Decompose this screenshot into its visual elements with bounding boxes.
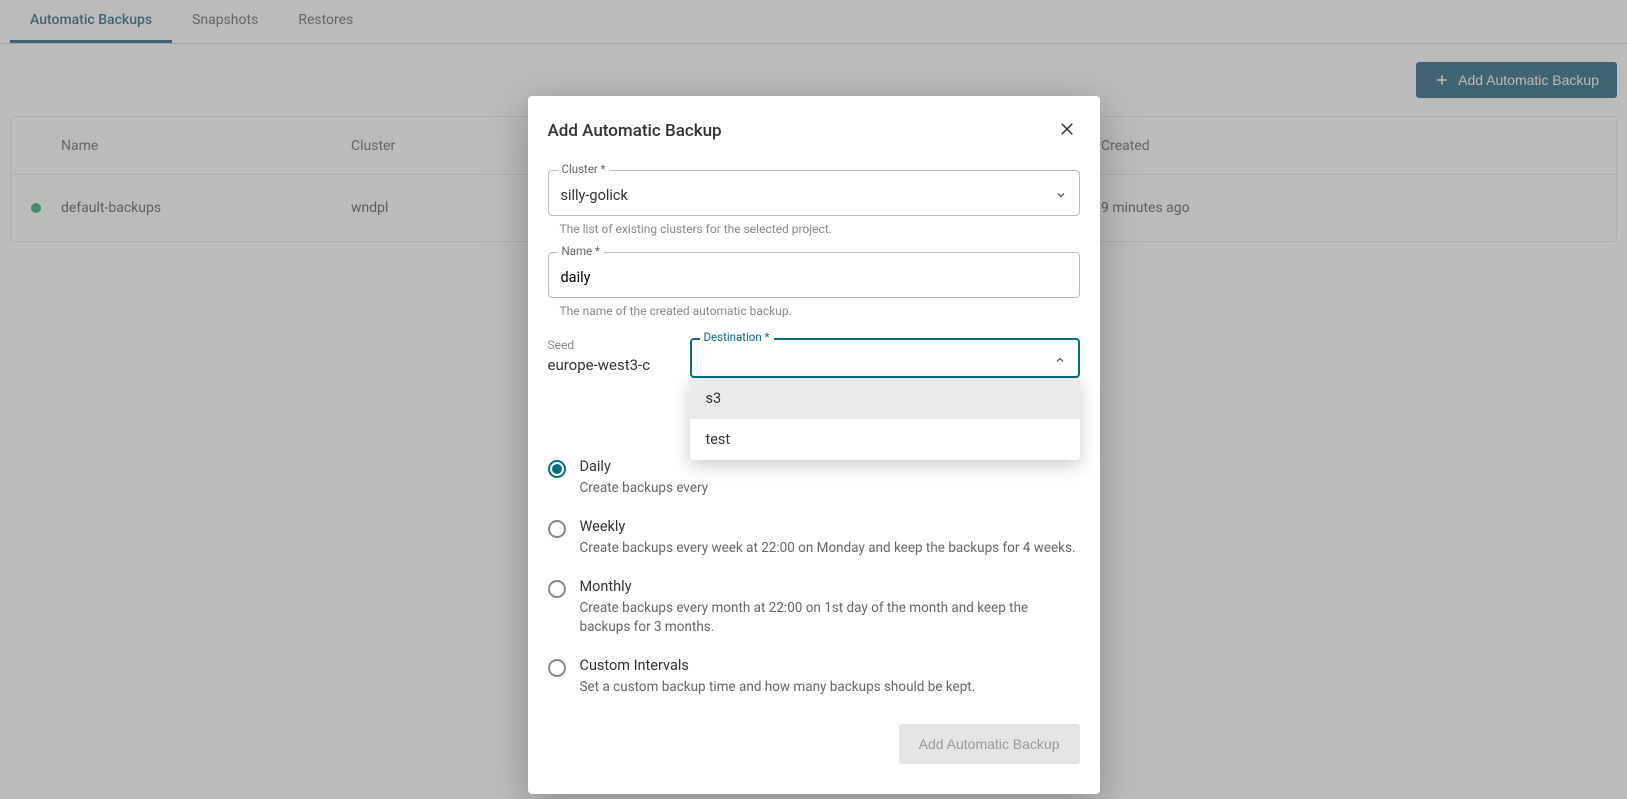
radio-desc: Create backups every [580, 479, 709, 498]
add-backup-modal: Add Automatic Backup Cluster * silly-gol… [528, 96, 1100, 794]
radio-desc: Set a custom backup time and how many ba… [580, 678, 976, 697]
name-input[interactable] [561, 269, 1067, 286]
radio-title: Weekly [580, 518, 1076, 535]
cluster-select[interactable]: silly-golick [548, 170, 1080, 216]
destination-option-s3[interactable]: s3 [690, 378, 1080, 419]
radio-desc: Create backups every month at 22:00 on 1… [580, 599, 1080, 637]
cluster-label: Cluster * [558, 162, 610, 176]
destination-field: Destination * s3 test [690, 338, 1080, 378]
destination-label: Destination * [700, 330, 774, 344]
destination-select[interactable] [690, 338, 1080, 378]
radio-button-icon [548, 460, 566, 478]
destination-dropdown: s3 test [690, 378, 1080, 460]
radio-button-icon [548, 580, 566, 598]
radio-weekly[interactable]: Weekly Create backups every week at 22:0… [548, 508, 1080, 568]
radio-title: Custom Intervals [580, 657, 976, 674]
radio-monthly[interactable]: Monthly Create backups every month at 22… [548, 568, 1080, 647]
cluster-help: The list of existing clusters for the se… [548, 216, 1080, 236]
schedule-radio-group: Daily Create backups every Weekly Create… [548, 448, 1080, 706]
radio-custom[interactable]: Custom Intervals Set a custom backup tim… [548, 647, 1080, 707]
cluster-value: silly-golick [561, 187, 628, 204]
seed-block: Seed europe-west3-c [548, 338, 678, 378]
name-input-wrapper [548, 252, 1080, 298]
radio-title: Daily [580, 458, 709, 475]
name-help: The name of the created automatic backup… [548, 298, 1080, 318]
name-field: Name * [548, 252, 1080, 298]
modal-title: Add Automatic Backup [548, 121, 722, 141]
radio-button-icon [548, 659, 566, 677]
modal-overlay[interactable]: Add Automatic Backup Cluster * silly-gol… [0, 0, 1627, 799]
close-icon [1058, 120, 1076, 138]
chevron-up-icon [1054, 354, 1066, 366]
cluster-field: Cluster * silly-golick [548, 170, 1080, 216]
radio-title: Monthly [580, 578, 1080, 595]
radio-button-icon [548, 520, 566, 538]
close-button[interactable] [1054, 116, 1080, 146]
destination-option-test[interactable]: test [690, 419, 1080, 460]
name-label: Name * [558, 244, 604, 258]
seed-value: europe-west3-c [548, 356, 678, 374]
seed-label: Seed [548, 338, 678, 352]
radio-desc: Create backups every week at 22:00 on Mo… [580, 539, 1076, 558]
chevron-down-icon [1055, 189, 1067, 201]
submit-button[interactable]: Add Automatic Backup [899, 724, 1080, 764]
